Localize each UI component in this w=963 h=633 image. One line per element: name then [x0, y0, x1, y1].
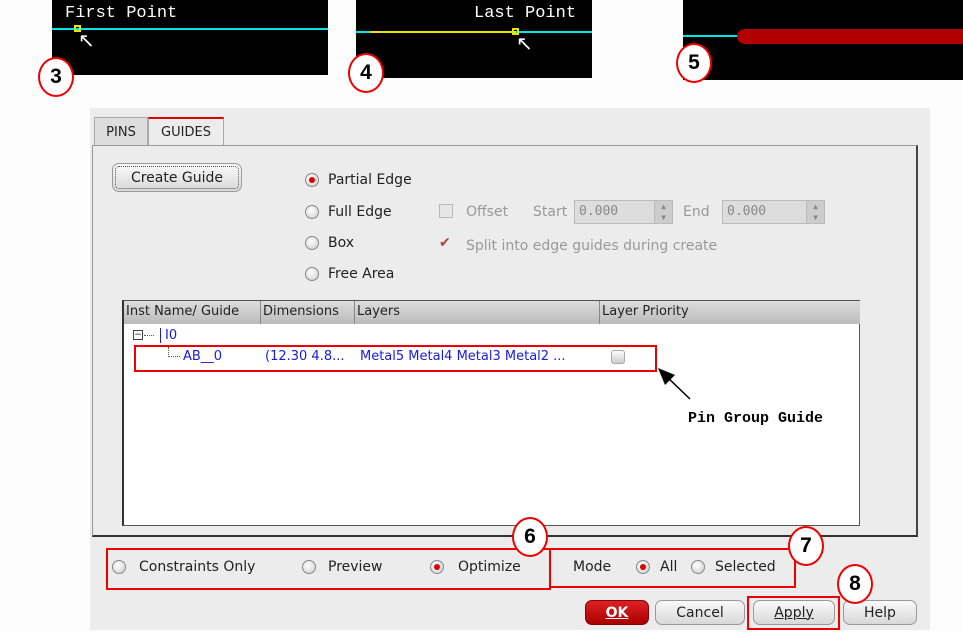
tree-parent-i0[interactable]: I0 [160, 328, 177, 343]
canvas-routed-wire[interactable] [683, 0, 963, 80]
constraints-only-radio[interactable] [112, 560, 126, 574]
mode-all-radio[interactable] [636, 560, 650, 574]
mode-all-label: All [660, 559, 678, 575]
mode-selected-label: Selected [715, 559, 776, 575]
ok-button[interactable]: OK [585, 600, 649, 625]
create-guide-button[interactable]: Create Guide [112, 163, 242, 192]
first-point-prompt: First Point [65, 4, 178, 23]
mode-label: Mode [573, 559, 612, 575]
highlight-guide-row [134, 345, 657, 372]
tree-connector [144, 335, 154, 336]
canvas-last-point[interactable]: Last Point ↖ [356, 0, 592, 78]
offset-checkbox[interactable] [439, 204, 453, 218]
box-radio[interactable] [305, 236, 319, 250]
cursor-icon: ↖ [516, 31, 533, 55]
step-7-badge: 7 [788, 526, 824, 566]
yellow-route [370, 31, 516, 33]
end-value: 0.000 [727, 204, 767, 219]
column-header-layers[interactable]: Layers [355, 301, 600, 324]
cyan-track [683, 35, 743, 37]
pin-group-guide-annotation: Pin Group Guide [688, 410, 824, 427]
step-5-badge: 5 [676, 43, 712, 83]
constraints-only-label: Constraints Only [139, 559, 256, 575]
box-label: Box [328, 235, 355, 251]
full-edge-radio[interactable] [305, 205, 319, 219]
cancel-button[interactable]: Cancel [655, 600, 745, 625]
full-edge-label: Full Edge [328, 204, 392, 220]
column-header-inst[interactable]: Inst Name/ Guide [124, 301, 261, 324]
optimize-radio[interactable] [430, 560, 444, 574]
free-area-radio[interactable] [305, 267, 319, 281]
split-label: Split into edge guides during create [466, 238, 718, 254]
mode-selected-radio[interactable] [691, 560, 705, 574]
tab-guides[interactable]: GUIDES [148, 117, 224, 146]
offset-label: Offset [466, 204, 509, 220]
start-value: 0.000 [579, 204, 619, 219]
step-8-badge: 8 [837, 564, 873, 604]
optimize-label: Optimize [458, 559, 521, 575]
routed-wire [737, 29, 963, 44]
cursor-icon: ↖ [78, 28, 95, 52]
partial-edge-label: Partial Edge [328, 172, 412, 188]
end-label: End [683, 204, 710, 220]
column-header-dimensions[interactable]: Dimensions [261, 301, 355, 324]
step-3-badge: 3 [38, 57, 74, 97]
end-input[interactable]: 0.000 ▲ ▼ [722, 200, 825, 224]
start-spinner[interactable]: ▲ ▼ [654, 201, 672, 223]
last-point-prompt: Last Point [474, 4, 577, 23]
arrow-icon [658, 368, 691, 400]
start-input[interactable]: 0.000 ▲ ▼ [574, 200, 673, 224]
partial-edge-radio[interactable] [305, 173, 319, 187]
tab-pins[interactable]: PINS [94, 117, 148, 146]
preview-radio[interactable] [302, 560, 316, 574]
collapse-icon[interactable]: − [133, 330, 143, 340]
free-area-label: Free Area [328, 266, 395, 282]
end-spinner[interactable]: ▲ ▼ [806, 201, 824, 223]
column-header-priority[interactable]: Layer Priority [600, 301, 860, 324]
preview-label: Preview [328, 559, 383, 575]
split-checkbox[interactable]: ✔ [439, 236, 453, 250]
highlight-apply [747, 596, 840, 630]
start-label: Start [533, 204, 568, 220]
step-4-badge: 4 [348, 53, 384, 93]
step-6-badge: 6 [512, 517, 548, 557]
canvas-first-point[interactable]: First Point ↖ [52, 0, 328, 75]
